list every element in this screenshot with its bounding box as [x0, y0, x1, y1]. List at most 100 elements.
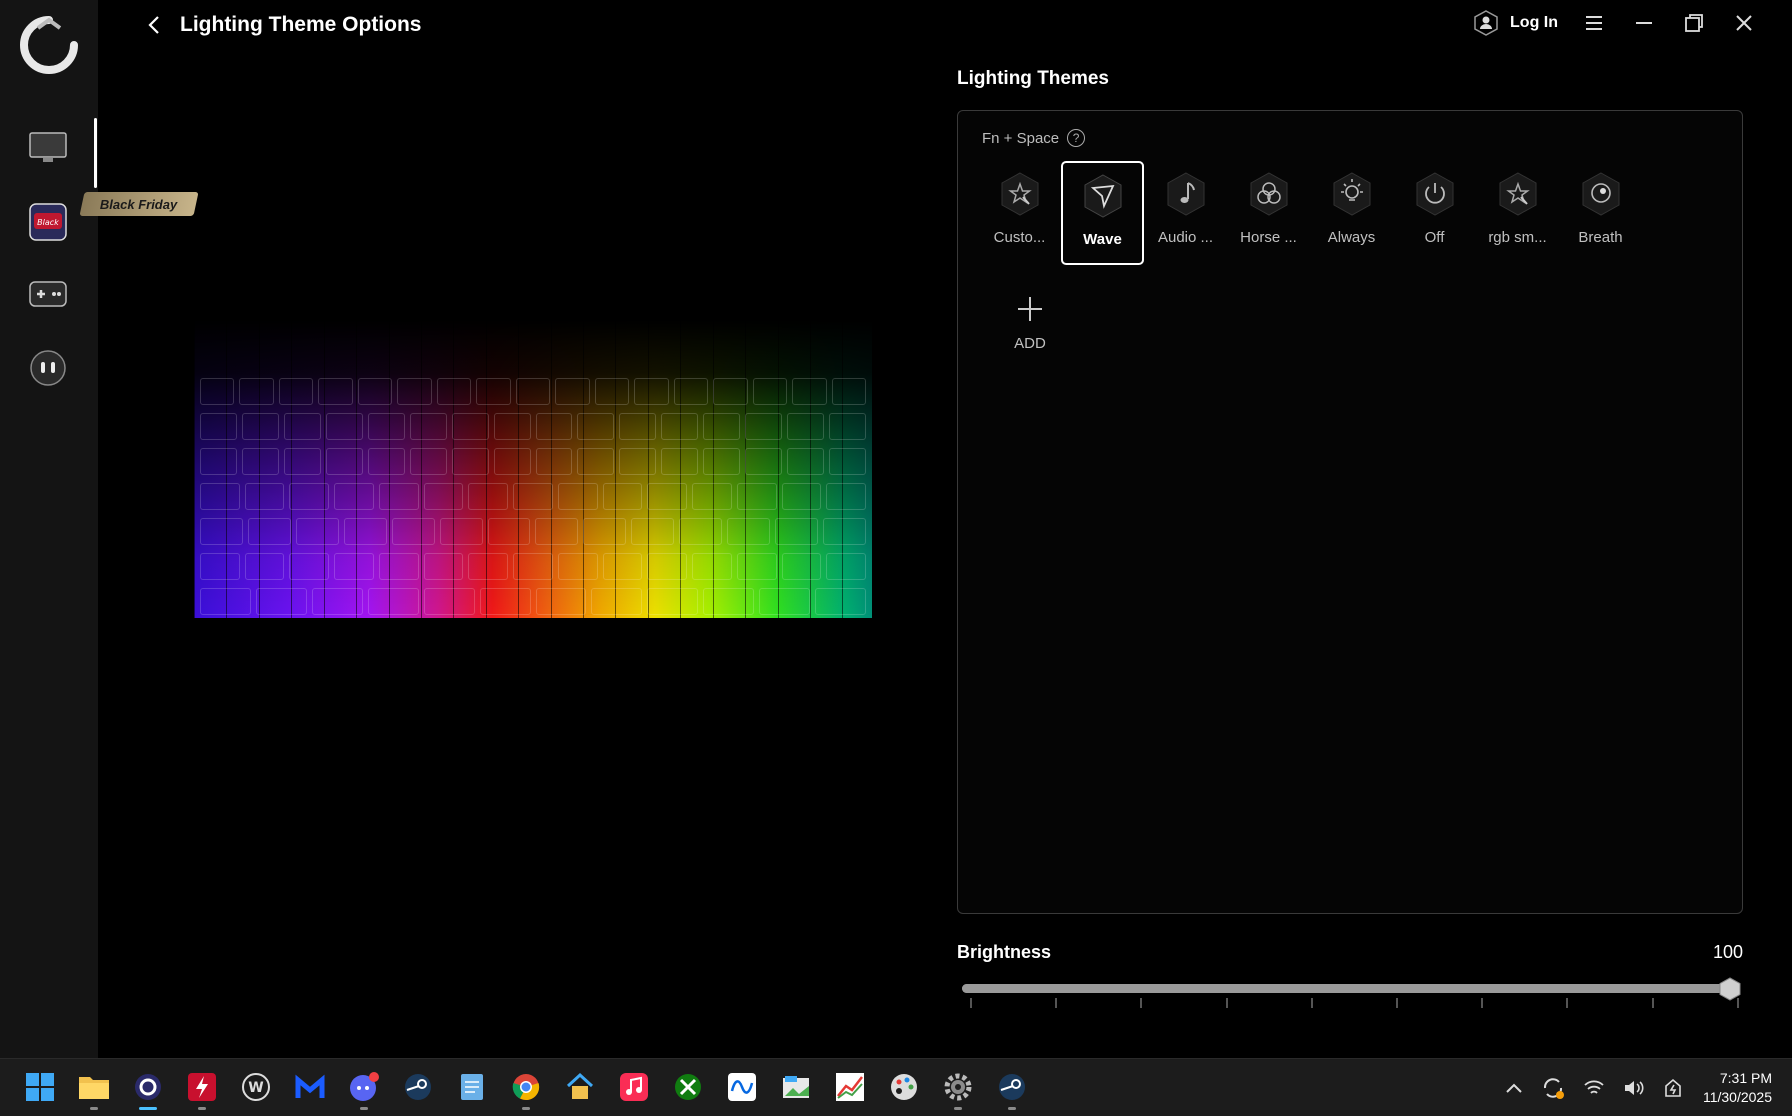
- black-friday-tag[interactable]: Black Friday: [79, 192, 199, 216]
- taskbar-chrome[interactable]: [506, 1067, 546, 1110]
- taskbar-steam[interactable]: [398, 1067, 438, 1107]
- keyboard-key: [289, 553, 330, 580]
- page-title: Lighting Theme Options: [180, 13, 422, 36]
- slider-tick: [1055, 998, 1058, 1008]
- taskbar-photos[interactable]: [776, 1067, 816, 1107]
- keyboard-key: [661, 413, 699, 440]
- keyboard-key: [826, 553, 867, 580]
- theme-label: Off: [1424, 229, 1445, 246]
- svg-text:W: W: [248, 1080, 263, 1096]
- black-friday-icon: Black: [29, 203, 67, 241]
- keyboard-key: [487, 518, 531, 545]
- keyboard-key: [787, 448, 825, 475]
- theme-list: Custo... Wave Audio ... Horse ... Always…: [978, 161, 1642, 265]
- theme-off[interactable]: Off: [1393, 161, 1476, 265]
- keyboard-key: [513, 553, 553, 580]
- taskbar-flash[interactable]: [182, 1067, 222, 1110]
- taskbar-home[interactable]: [560, 1067, 600, 1107]
- keyboard-key: [241, 413, 279, 440]
- help-icon[interactable]: ?: [1067, 129, 1086, 147]
- menu-button[interactable]: [1580, 9, 1608, 37]
- taskbar-wordpress[interactable]: W: [236, 1067, 276, 1107]
- start-button[interactable]: [20, 1067, 60, 1107]
- keyboard-key: [479, 588, 531, 615]
- keyboard-key: [451, 413, 489, 440]
- theme-rgb-smooth[interactable]: rgb sm...: [1476, 161, 1559, 265]
- taskbar-music[interactable]: [614, 1067, 654, 1107]
- add-theme-button[interactable]: ADD: [1000, 295, 1060, 352]
- chevron-up-icon[interactable]: [1505, 1082, 1523, 1094]
- keyboard-key: [200, 378, 235, 405]
- photos-icon: [783, 1076, 809, 1098]
- keyboard-key: [244, 553, 285, 580]
- taskbar-xbox[interactable]: [668, 1067, 708, 1107]
- taskbar-stocks[interactable]: [830, 1067, 870, 1107]
- sync-icon[interactable]: [1541, 1076, 1565, 1100]
- sidebar-item-monitor[interactable]: [26, 126, 70, 170]
- title-bar: Lighting Theme Options: [146, 10, 421, 40]
- meta-icon: [728, 1073, 756, 1101]
- sidebar-item-robot[interactable]: [26, 346, 70, 390]
- keyboard-key: [703, 448, 741, 475]
- keyboard-key: [244, 483, 285, 510]
- wifi-icon[interactable]: [1583, 1079, 1605, 1097]
- keyboard-key: [409, 413, 447, 440]
- taskbar-notepad[interactable]: [452, 1067, 492, 1107]
- music-note-icon: [1167, 172, 1204, 216]
- keyboard-key: [692, 553, 732, 580]
- shortcut-hint: Fn + Space ?: [982, 129, 1086, 147]
- theme-custom[interactable]: Custo...: [978, 161, 1061, 265]
- running-indicator: [954, 1107, 962, 1110]
- keyboard-key: [397, 378, 432, 405]
- keyboard-row: [200, 413, 866, 440]
- keyboard-key: [619, 448, 657, 475]
- brightness-value: 100: [1712, 942, 1743, 962]
- taskbar-file-explorer[interactable]: [74, 1067, 114, 1110]
- theme-audio[interactable]: Audio ...: [1144, 161, 1227, 265]
- theme-horse[interactable]: Horse ...: [1227, 161, 1310, 265]
- lighting-themes-panel: Fn + Space ? Custo... Wave Audio ... Hor…: [957, 110, 1743, 914]
- keyboard-row: [200, 553, 867, 580]
- keyboard-key: [661, 448, 699, 475]
- close-button[interactable]: [1730, 9, 1758, 37]
- keyboard-key: [745, 448, 783, 475]
- taskbar-malwarebytes[interactable]: [290, 1067, 330, 1107]
- login-button[interactable]: Log In: [1472, 9, 1558, 37]
- volume-icon[interactable]: [1623, 1079, 1645, 1097]
- keyboard-key: [557, 483, 598, 510]
- keyboard-key: [647, 483, 688, 510]
- keyboard-key: [602, 483, 643, 510]
- taskbar-steam-2[interactable]: [992, 1067, 1032, 1110]
- wave-arrow-icon: [1084, 174, 1121, 218]
- slider-tick: [970, 998, 972, 1008]
- keyboard-key: [535, 413, 573, 440]
- keyboard-key: [577, 448, 615, 475]
- taskbar-paint[interactable]: [884, 1067, 924, 1107]
- theme-always[interactable]: Always: [1310, 161, 1393, 265]
- sidebar-item-black-friday[interactable]: Black: [26, 200, 70, 244]
- keyboard-key: [594, 378, 630, 405]
- app-logo-icon[interactable]: [20, 16, 78, 74]
- hamburger-icon: [1586, 16, 1602, 30]
- restore-icon: [1685, 14, 1703, 32]
- running-indicator: [1008, 1107, 1016, 1110]
- theme-wave[interactable]: Wave: [1061, 161, 1144, 265]
- battery-icon[interactable]: [1663, 1078, 1685, 1098]
- restore-button[interactable]: [1680, 9, 1708, 37]
- theme-breath[interactable]: Breath: [1559, 161, 1642, 265]
- taskbar-settings[interactable]: [938, 1067, 978, 1110]
- keyboard-key: [647, 553, 688, 580]
- lighting-themes-heading: Lighting Themes: [957, 68, 1109, 89]
- taskbar-meta[interactable]: [722, 1067, 762, 1107]
- taskbar-clock[interactable]: 7:31 PM 11/30/2025: [1703, 1069, 1772, 1107]
- bulb-icon: [1333, 172, 1370, 216]
- slider-tick: [1140, 998, 1143, 1008]
- taskbar-discord[interactable]: [344, 1067, 384, 1110]
- brightness-slider[interactable]: [962, 977, 1741, 1012]
- minimize-button[interactable]: [1630, 9, 1658, 37]
- back-button[interactable]: [146, 13, 166, 37]
- keyboard-key: [493, 448, 531, 475]
- sidebar-item-gamepad[interactable]: [26, 272, 70, 316]
- user-icon: [1474, 10, 1498, 36]
- taskbar-lighting-app[interactable]: [128, 1067, 168, 1110]
